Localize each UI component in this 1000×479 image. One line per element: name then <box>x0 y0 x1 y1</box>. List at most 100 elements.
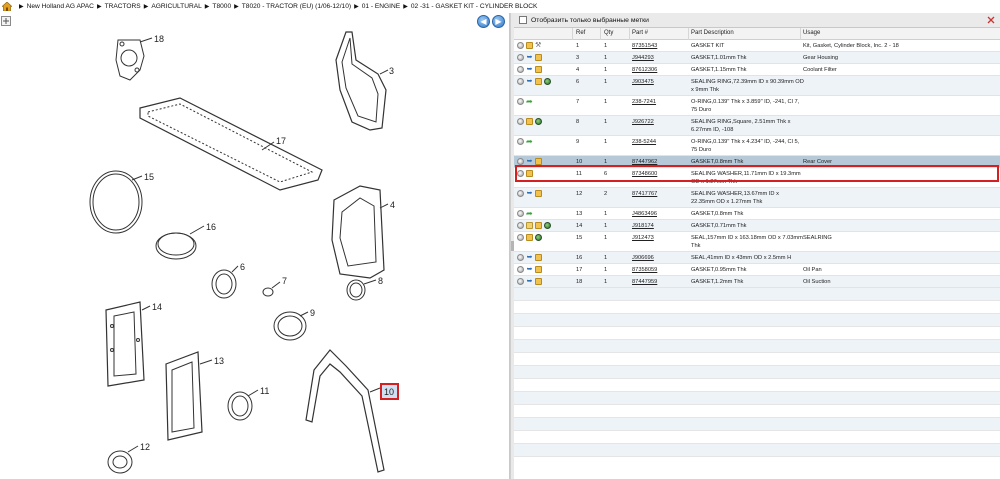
breadcrumb-item[interactable]: New Holland AG APAC <box>27 3 94 10</box>
part-10-gasket[interactable] <box>305 349 385 473</box>
link-icon[interactable]: ➥ <box>526 158 533 165</box>
home-icon[interactable] <box>2 2 12 11</box>
breadcrumb-item[interactable]: AGRICULTURAL <box>151 3 201 10</box>
table-row[interactable]: ➦ 9 1 238-5244 O-RING,0.139" Thk x 4.234" ID… <box>514 136 1000 156</box>
link-icon[interactable]: ➥ <box>526 78 533 85</box>
callout-8[interactable]: 8 <box>378 276 383 286</box>
callout-9[interactable]: 9 <box>310 308 315 318</box>
info-icon[interactable] <box>517 278 524 285</box>
breadcrumb-item[interactable]: T8000 <box>212 3 231 10</box>
show-selected-only-checkbox[interactable] <box>519 16 527 24</box>
part-number-link[interactable]: 238-7241 <box>632 98 656 107</box>
part-4-gasket[interactable] <box>331 185 385 279</box>
package-icon[interactable] <box>535 278 542 285</box>
part-15-seal[interactable] <box>89 170 143 234</box>
package-icon[interactable] <box>526 42 533 49</box>
table-row[interactable]: 14 1 J918174 GASKET,0.71mm Thk <box>514 220 1000 232</box>
part-18-gasket[interactable] <box>115 39 145 81</box>
replacement-arrow-icon[interactable]: ➦ <box>526 138 533 146</box>
table-row[interactable]: ➥ 18 1 87447959 GASKET,1.2mm Thk Oil Suction <box>514 276 1000 288</box>
globe-icon[interactable] <box>544 222 551 229</box>
part-14-gasket[interactable] <box>105 301 145 387</box>
callout-13[interactable]: 13 <box>214 356 224 366</box>
package-icon[interactable] <box>526 234 533 241</box>
breadcrumb-item[interactable]: 01 - ENGINE <box>362 3 400 10</box>
tool-icon[interactable]: ⚒ <box>535 42 542 49</box>
callout-7[interactable]: 7 <box>282 276 287 286</box>
info-icon[interactable] <box>517 190 524 197</box>
table-row[interactable]: 11 6 87348600 SEALING WASHER,11.71mm ID x 1… <box>514 168 1000 188</box>
table-row[interactable]: ➦ 7 1 238-7241 O-RING,0.139" Thk x 3.859" ID… <box>514 96 1000 116</box>
package-icon[interactable] <box>526 118 533 125</box>
previous-button[interactable]: ◀ <box>477 15 490 28</box>
part-number-link[interactable]: 87351543 <box>632 42 657 51</box>
callout-10[interactable]: 10 <box>384 387 394 397</box>
callout-14[interactable]: 14 <box>152 302 162 312</box>
breadcrumb-item[interactable]: TRACTORS <box>105 3 141 10</box>
replacement-arrow-icon[interactable]: ➦ <box>526 98 533 106</box>
package-icon[interactable] <box>535 66 542 73</box>
replacement-arrow-icon[interactable]: ➦ <box>526 210 533 218</box>
part-number-link[interactable]: J903475 <box>632 78 654 87</box>
folder-icon[interactable] <box>526 222 533 229</box>
part-16-seal[interactable] <box>155 232 197 260</box>
info-icon[interactable] <box>517 254 524 261</box>
callout-3[interactable]: 3 <box>389 66 394 76</box>
globe-icon[interactable] <box>535 118 542 125</box>
part-7-o-ring[interactable] <box>262 287 274 297</box>
part-number-link[interactable]: 87348600 <box>632 170 657 179</box>
info-icon[interactable] <box>517 66 524 73</box>
callout-16[interactable]: 16 <box>206 222 216 232</box>
info-icon[interactable] <box>517 158 524 165</box>
info-icon[interactable] <box>517 138 524 145</box>
part-17-gasket[interactable] <box>139 97 323 191</box>
part-number-link[interactable]: J912473 <box>632 234 654 243</box>
table-row[interactable]: ➥ 17 1 87358059 GASKET,0.95mm Thk Oil Pan <box>514 264 1000 276</box>
part-number-link[interactable]: J4863496 <box>632 210 657 219</box>
breadcrumb-item[interactable]: T8020 - TRACTOR (EU) (1/06-12/10) <box>242 3 351 10</box>
table-row[interactable]: ➥ 16 1 J906696 SEAL,41mm ID x 43mm OD x 2.5m… <box>514 252 1000 264</box>
package-icon[interactable] <box>535 78 542 85</box>
info-icon[interactable] <box>517 266 524 273</box>
callout-17[interactable]: 17 <box>276 136 286 146</box>
column-header-qty[interactable]: Qty <box>604 30 613 36</box>
part-number-link[interactable]: J906696 <box>632 254 654 263</box>
link-icon[interactable]: ➥ <box>526 66 533 73</box>
part-number-link[interactable]: 87358059 <box>632 266 657 275</box>
part-number-link[interactable]: 87417767 <box>632 190 657 199</box>
table-row[interactable]: ➥ 10 1 87447962 GASKET,0.8mm Thk Rear Cover <box>514 156 1000 168</box>
table-row[interactable]: 8 1 J926722 SEALING RING,Square, 2.51mm Thk… <box>514 116 1000 136</box>
table-row[interactable]: ➥ 3 1 J944293 GASKET,1.01mm Thk Gear Housing <box>514 52 1000 64</box>
table-row[interactable]: 15 1 J912473 SEAL,157mm ID x 163.18mm OD x … <box>514 232 1000 252</box>
table-row[interactable]: ⚒ 1 1 87351543 GASKET KIT Kit, Gasket, Cylind… <box>514 40 1000 52</box>
link-icon[interactable]: ➥ <box>526 254 533 261</box>
part-13-gasket[interactable] <box>165 351 203 441</box>
column-header-description[interactable]: Part Description <box>691 30 734 36</box>
link-icon[interactable]: ➥ <box>526 266 533 273</box>
part-number-link[interactable]: J944293 <box>632 54 654 63</box>
part-6-sealing-ring[interactable] <box>211 269 237 299</box>
info-icon[interactable] <box>517 234 524 241</box>
link-icon[interactable]: ➥ <box>526 54 533 61</box>
info-icon[interactable] <box>517 98 524 105</box>
callout-4[interactable]: 4 <box>390 200 395 210</box>
info-icon[interactable] <box>517 170 524 177</box>
part-number-link[interactable]: 87447962 <box>632 158 657 167</box>
package-icon[interactable] <box>535 54 542 61</box>
info-icon[interactable] <box>517 210 524 217</box>
part-number-link[interactable]: J926722 <box>632 118 654 127</box>
part-number-link[interactable]: 87612306 <box>632 66 657 75</box>
info-icon[interactable] <box>517 54 524 61</box>
globe-icon[interactable] <box>544 78 551 85</box>
package-icon[interactable] <box>535 190 542 197</box>
callout-18[interactable]: 18 <box>154 34 164 44</box>
package-icon[interactable] <box>535 158 542 165</box>
part-8-sealing-ring[interactable] <box>346 279 366 301</box>
part-number-link[interactable]: 238-5244 <box>632 138 656 147</box>
link-icon[interactable]: ➥ <box>526 190 533 197</box>
table-row[interactable]: ➥ 4 1 87612306 GASKET,1.15mm Thk Coolant Filt… <box>514 64 1000 76</box>
info-icon[interactable] <box>517 118 524 125</box>
package-icon[interactable] <box>535 222 542 229</box>
package-icon[interactable] <box>535 266 542 273</box>
table-row[interactable]: ➥ 12 2 87417767 SEALING WASHER,13.67mm ID x2… <box>514 188 1000 208</box>
